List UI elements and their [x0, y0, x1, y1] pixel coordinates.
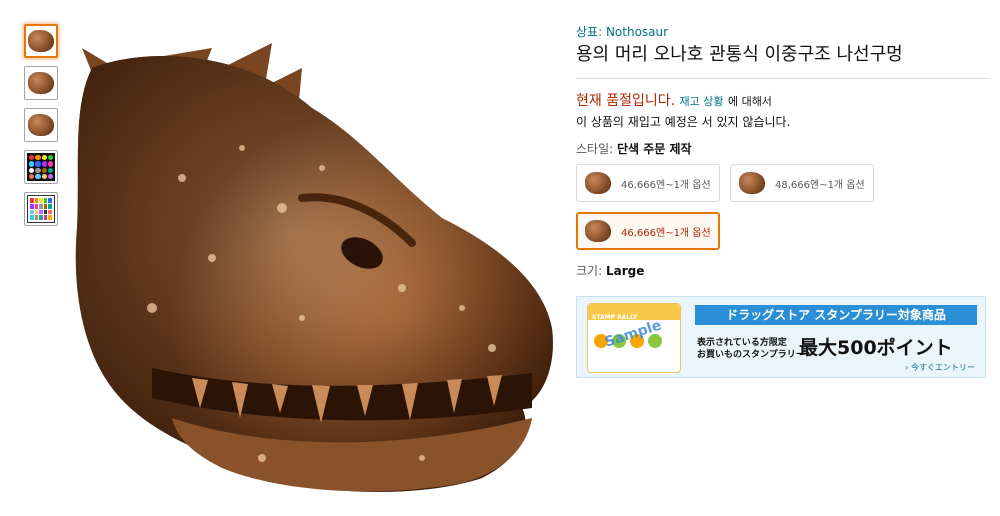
- product-main-image: [75, 43, 553, 492]
- style-option-1[interactable]: 46,666엔~1개 옵션: [576, 164, 720, 202]
- style-option-text: 48,666엔~1개 옵션: [775, 179, 865, 191]
- style-value: 단색 주문 제작: [617, 142, 692, 156]
- dragon-head-option-image: [585, 220, 611, 242]
- banner-sub-line-2: お買いものスタンプラリー: [697, 350, 805, 360]
- banner-headline: ドラッグストア スタンプラリー対象商品: [695, 305, 977, 325]
- style-options: 46,666엔~1개 옵션 48,666엔~1개 옵션 46,666엔~1개 옵…: [576, 164, 876, 250]
- dragon-head-thumb-image: [28, 114, 54, 136]
- dragon-head-option-image: [585, 172, 611, 194]
- thumbnail-4[interactable]: [24, 150, 58, 184]
- style-option-2[interactable]: 48,666엔~1개 옵션: [730, 164, 874, 202]
- dragon-head-option-image: [739, 172, 765, 194]
- banner-entry-text: 今すぐエントリー: [911, 363, 975, 372]
- color-palette-thumb-image: [27, 153, 55, 181]
- chevron-right-icon: ›: [905, 363, 909, 372]
- style-option-text: 46,666엔~1개 옵션: [621, 179, 711, 191]
- stamp-rally-banner[interactable]: STAMP RALLY Sample ドラッグストア スタンプラリー対象商品 表…: [576, 296, 986, 378]
- thumbnail-2[interactable]: [24, 66, 58, 100]
- brand-line: 상표: Nothosaur: [576, 24, 990, 40]
- thumbnail-1[interactable]: [24, 24, 58, 58]
- dragon-head-thumb-image: [28, 72, 54, 94]
- color-chart-thumb-image: [27, 195, 55, 223]
- thumbnail-5[interactable]: [24, 192, 58, 226]
- product-details: 상표: Nothosaur 용의 머리 오나호 관통식 이중구조 나선구멍 현재…: [576, 24, 990, 279]
- size-value: Large: [605, 264, 645, 278]
- out-of-stock-text: 현재 품절입니다.: [576, 93, 676, 109]
- size-label: 크기:: [576, 264, 603, 278]
- restock-suffix: 에 대해서: [727, 95, 772, 108]
- stamp-card-image: STAMP RALLY Sample: [587, 303, 681, 373]
- brand-link[interactable]: 상표: Nothosaur: [576, 25, 668, 39]
- thumbnail-list: [24, 24, 60, 234]
- dragon-head-thumb-image: [28, 30, 54, 52]
- banner-entry-link[interactable]: › 今すぐエントリー: [905, 362, 975, 373]
- style-option-3-selected[interactable]: 46,666엔~1개 옵션: [576, 212, 720, 250]
- style-option-text: 46,666엔~1개 옵션: [621, 227, 711, 239]
- restock-note: 이 상품의 재입고 예정은 서 있지 않습니다.: [576, 115, 791, 129]
- brand-name: Nothosaur: [605, 25, 669, 39]
- banner-sub-line-1: 表示されている方限定: [697, 338, 787, 348]
- brand-label: 상표:: [576, 25, 603, 39]
- style-label: 스타일:: [576, 142, 614, 156]
- size-row: 크기: Large: [576, 262, 990, 279]
- banner-subtext: 表示されている方限定 お買いものスタンプラリー: [697, 337, 805, 361]
- banner-points: 最大500ポイント: [799, 337, 953, 359]
- divider: [576, 78, 990, 79]
- availability: 현재 품절입니다. 재고 상황 에 대해서: [576, 91, 990, 112]
- stamp-card-label: STAMP RALLY: [592, 314, 638, 321]
- style-label-row: 스타일: 단색 주문 제작: [576, 140, 990, 158]
- product-title: 용의 머리 오나호 관통식 이중구조 나선구멍: [576, 44, 903, 65]
- thumbnail-3[interactable]: [24, 108, 58, 142]
- restock-link[interactable]: 재고 상황: [680, 95, 724, 108]
